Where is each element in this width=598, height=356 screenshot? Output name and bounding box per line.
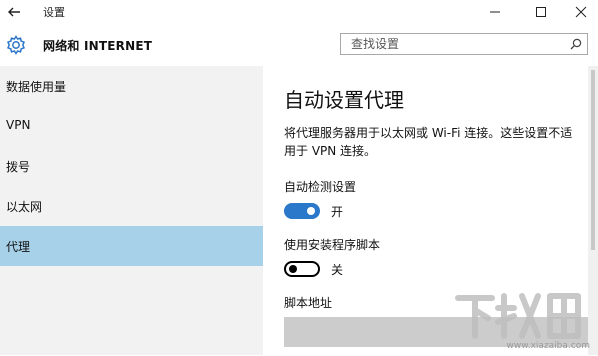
use-script-state: 关 [331,263,344,277]
sidebar-item-label: VPN [6,118,31,132]
auto-detect-toggle[interactable] [284,203,320,219]
watermark-logo: www.xiazaiba.com [452,286,592,352]
description-text: 将代理服务器用于以太网或 Wi-Fi 连接。这些设置不适用于 VPN 连接。 [284,126,573,158]
sidebar-item-ethernet[interactable]: 以太网 [0,186,263,226]
close-icon [575,6,587,18]
search-icon[interactable] [569,37,583,51]
sidebar-item-label: 数据使用量 [6,80,67,94]
sidebar-item-data-usage[interactable]: 数据使用量 [0,66,263,106]
search-input[interactable] [341,34,573,54]
sidebar-item-label: 代理 [6,240,31,254]
search-box[interactable] [340,33,588,55]
sidebar-item-dial-up[interactable]: 拨号 [0,146,263,186]
back-arrow-icon [8,7,20,17]
maximize-button[interactable] [528,2,554,22]
auto-detect-state: 开 [331,205,344,219]
sidebar-item-vpn[interactable]: VPN [0,106,263,146]
maximize-icon [536,7,546,17]
page-title: 自动设置代理 [284,88,404,112]
minimize-button[interactable] [482,2,508,22]
use-script-toggle[interactable] [284,261,320,277]
sidebar: 数据使用量 VPN 拨号 以太网 代理 [0,66,263,355]
title-bar: 设置 [0,0,598,24]
use-script-label: 使用安装程序脚本 [284,238,381,252]
settings-header: 网络和 INTERNET [0,24,598,66]
sidebar-item-label: 以太网 [6,200,43,214]
sidebar-item-proxy[interactable]: 代理 [0,226,263,266]
script-address-label: 脚本地址 [284,296,333,310]
close-button[interactable] [568,2,594,22]
auto-detect-label: 自动检测设置 [284,180,357,194]
section-title: 网络和 INTERNET [43,39,153,53]
toggle-knob [289,265,297,273]
minimize-icon [490,11,500,13]
toggle-knob [307,207,315,215]
sidebar-item-label: 拨号 [6,160,31,174]
watermark-url: www.xiazaiba.com [506,341,590,351]
window-title: 设置 [43,6,65,19]
scrollbar-thumb[interactable] [591,70,595,250]
gear-icon [5,34,27,56]
back-button[interactable] [4,2,26,22]
